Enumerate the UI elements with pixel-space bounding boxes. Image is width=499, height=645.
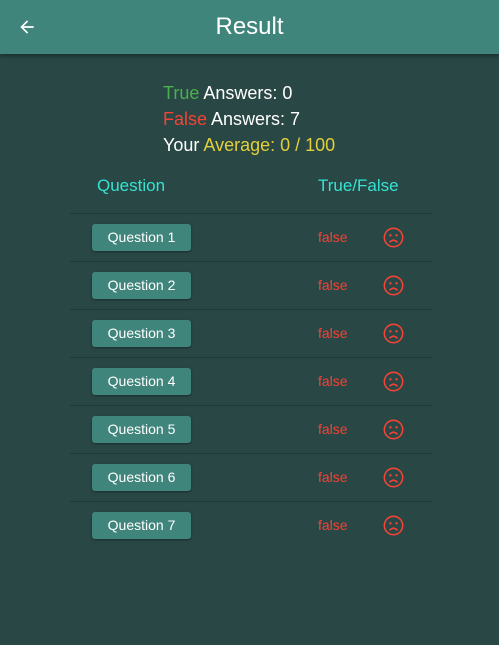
app-bar: Result bbox=[0, 0, 499, 54]
table-row: Question 4 false bbox=[70, 357, 432, 405]
answer-result: false bbox=[318, 277, 348, 293]
table-row: Question 6 false bbox=[70, 453, 432, 501]
question-7-button[interactable]: Question 7 bbox=[92, 512, 191, 539]
sad-face-icon bbox=[383, 467, 404, 488]
question-3-button[interactable]: Question 3 bbox=[92, 320, 191, 347]
question-1-button[interactable]: Question 1 bbox=[92, 224, 191, 251]
true-label: True bbox=[163, 83, 200, 103]
true-count: Answers: 0 bbox=[199, 83, 293, 103]
question-6-button[interactable]: Question 6 bbox=[92, 464, 191, 491]
table-row: Question 3 false bbox=[70, 309, 432, 357]
result-screen: Result True Answers: 0 False Answers: 7 … bbox=[0, 0, 499, 645]
false-answers-line: False Answers: 7 bbox=[163, 106, 335, 132]
sad-face-icon bbox=[383, 275, 404, 296]
sad-face-icon bbox=[383, 323, 404, 344]
false-label: False bbox=[163, 109, 208, 129]
answer-result: false bbox=[318, 469, 348, 485]
answer-result: false bbox=[318, 325, 348, 341]
answer-result: false bbox=[318, 229, 348, 245]
question-4-button[interactable]: Question 4 bbox=[92, 368, 191, 395]
sad-face-icon bbox=[383, 227, 404, 248]
score-summary: True Answers: 0 False Answers: 7 Your Av… bbox=[163, 80, 335, 158]
results-table: Question True/False Question 1 false Quest… bbox=[70, 168, 432, 549]
column-header-true-false: True/False bbox=[318, 176, 399, 195]
question-2-button[interactable]: Question 2 bbox=[92, 272, 191, 299]
table-row: Question 5 false bbox=[70, 405, 432, 453]
table-body: Question 1 false Question 2 false Question 3… bbox=[70, 213, 432, 549]
average-line: Your Average: 0 / 100 bbox=[163, 132, 335, 158]
false-count: Answers: 7 bbox=[207, 109, 301, 129]
table-row: Question 7 false bbox=[70, 501, 432, 549]
question-5-button[interactable]: Question 5 bbox=[92, 416, 191, 443]
page-title: Result bbox=[215, 13, 284, 40]
true-answers-line: True Answers: 0 bbox=[163, 80, 335, 106]
table-header: Question True/False bbox=[70, 168, 432, 213]
average-value: Average: 0 / 100 bbox=[203, 135, 336, 155]
sad-face-icon bbox=[383, 515, 404, 536]
answer-result: false bbox=[318, 517, 348, 533]
answer-result: false bbox=[318, 421, 348, 437]
table-row: Question 1 false bbox=[70, 213, 432, 261]
answer-result: false bbox=[318, 373, 348, 389]
column-header-question: Question bbox=[97, 176, 166, 195]
sad-face-icon bbox=[383, 419, 404, 440]
table-row: Question 2 false bbox=[70, 261, 432, 309]
sad-face-icon bbox=[383, 371, 404, 392]
your-label: Your bbox=[163, 135, 204, 155]
